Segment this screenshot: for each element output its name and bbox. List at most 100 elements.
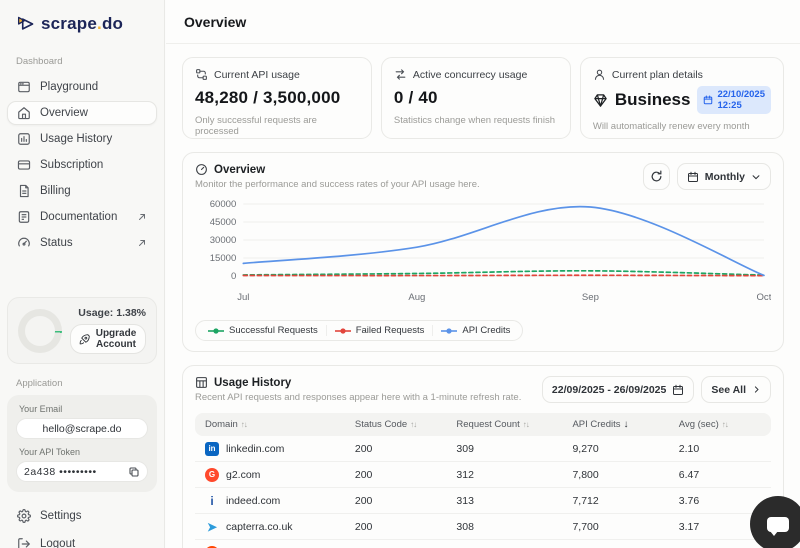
refresh-button[interactable]: [642, 163, 670, 190]
logout-button[interactable]: Logout: [7, 532, 157, 548]
svg-text:Sep: Sep: [582, 292, 599, 303]
svg-text:Aug: Aug: [408, 292, 425, 303]
home-icon: [17, 106, 31, 120]
status-icon: [17, 236, 31, 250]
calendar-icon: [687, 171, 699, 183]
page-title: Overview: [184, 13, 247, 30]
upgrade-account-button[interactable]: Upgrade Account: [70, 324, 146, 354]
legend-marker-icon: [441, 327, 458, 334]
stat-card-2: Active concurrecy usage 0 / 40 Statistics …: [380, 57, 571, 139]
column-header-domain[interactable]: Domain ↑↓: [205, 419, 355, 430]
stat-caption: Statistics change when requests finish: [393, 115, 555, 126]
sort-icon: ↑↓: [721, 420, 729, 429]
sidebar-item-label: Playground: [40, 81, 99, 93]
usage-percent-label: Usage: 1.38%: [78, 307, 146, 319]
sidebar: scrape.do Dashboard Playground Overview Us…: [0, 0, 165, 548]
refresh-icon: [650, 170, 663, 183]
playground-icon: [17, 80, 31, 94]
sidebar-item-billing[interactable]: Billing: [7, 179, 157, 203]
avg-sec-cell: 3.76: [678, 494, 700, 507]
email-field[interactable]: hello@scrape.do: [16, 418, 148, 439]
settings-label: Settings: [40, 510, 82, 522]
legend-item-api-credits[interactable]: API Credits: [432, 325, 518, 336]
stat-label: Current plan details: [611, 68, 703, 81]
chat-widget-button[interactable]: [750, 496, 800, 548]
api-token-field[interactable]: 2a438 •••••••••: [16, 461, 148, 482]
table-body: in linkedin.com 200 309 9,270 2.10 Gg2.com 200 3…: [195, 436, 771, 548]
api-credits-cell: 7,800: [572, 468, 599, 481]
request-count-cell: 312: [456, 468, 474, 481]
table-row[interactable]: ☺reddit.com2005335,3181.77: [195, 540, 771, 548]
table-header-row: Domain ↑↓ Status Code ↑↓ Request Count ↑↓ API …: [195, 413, 771, 436]
stat-value: 0 / 40: [393, 88, 438, 107]
stat-card-3: Current plan details Business 22/10/2025 1…: [579, 57, 784, 139]
sidebar-item-usage-history[interactable]: Usage History: [7, 127, 157, 151]
table-row[interactable]: i indeed.com 200 313 7,712 3.76: [195, 488, 771, 514]
svg-text:60000: 60000: [210, 199, 237, 210]
see-all-button[interactable]: See All: [701, 376, 771, 403]
usage-history-panel: Usage History Recent API requests and re…: [182, 365, 784, 548]
copy-icon: [128, 466, 140, 478]
billing-icon: [17, 184, 31, 198]
period-dropdown[interactable]: Monthly: [676, 163, 771, 190]
api-credits-cell: 7,712: [572, 494, 599, 507]
table-row[interactable]: in linkedin.com 200 309 9,270 2.10: [195, 436, 771, 462]
svg-text:45000: 45000: [210, 217, 237, 228]
legend-item-failed-requests[interactable]: Failed Requests: [325, 325, 433, 336]
request-count-cell: 309: [456, 442, 474, 455]
gem-icon: [593, 93, 608, 108]
logout-label: Logout: [40, 538, 76, 548]
sidebar-item-label: Overview: [40, 107, 88, 119]
sidebar-item-status[interactable]: Status: [7, 231, 157, 255]
date-range-picker[interactable]: 22/09/2025 - 26/09/2025: [541, 376, 695, 403]
site-favicon-icon: i: [210, 493, 214, 508]
calendar-icon: [672, 384, 684, 396]
application-card: Your Email hello@scrape.do Your API Toke…: [7, 395, 157, 492]
request-count-cell: 308: [456, 520, 474, 533]
page-header: Overview: [166, 0, 800, 44]
settings-button[interactable]: Settings: [7, 504, 157, 528]
main-content: Overview Current API usage 48,280 / 3,500…: [166, 0, 800, 548]
status-code-cell: 200: [354, 494, 373, 507]
sidebar-item-subscription[interactable]: Subscription: [7, 153, 157, 177]
column-header-status-code[interactable]: Status Code ↑↓: [355, 419, 457, 430]
sidebar-item-overview[interactable]: Overview: [7, 101, 157, 125]
sidebar-item-label: Subscription: [40, 159, 104, 171]
chevron-down-icon: [751, 172, 761, 182]
email-label: Your Email: [19, 404, 63, 414]
avg-sec-cell: 2.10: [678, 442, 700, 455]
site-favicon-icon: G: [205, 467, 219, 482]
svg-text:Oct: Oct: [757, 292, 771, 303]
domain-cell: indeed.com: [226, 494, 281, 507]
table-row[interactable]: Gg2.com 200 312 7,800 6.47: [195, 462, 771, 488]
table-row[interactable]: ➤ capterra.co.uk 200 308 7,700 3.17: [195, 514, 771, 540]
legend-item-successful-requests[interactable]: Successful Requests: [200, 325, 326, 336]
legend-label: Successful Requests: [229, 325, 318, 336]
api-transfer-icon: [195, 68, 208, 81]
svg-text:30000: 30000: [210, 235, 237, 246]
usage-history-subtitle: Recent API requests and responses appear…: [195, 392, 522, 403]
usage-chart: 60000 45000 30000 15000 0Jul Aug Sep Oct: [210, 199, 771, 303]
brand-logo[interactable]: scrape.do: [0, 14, 164, 34]
copy-token-button[interactable]: [128, 466, 140, 478]
documentation-icon: [17, 210, 31, 224]
chart-panel-title: Overview: [214, 163, 266, 176]
column-label: Avg (sec): [678, 419, 719, 430]
grid-icon: [195, 376, 208, 389]
status-code-cell: 200: [354, 442, 373, 455]
stats-row: Current API usage 48,280 / 3,500,000 Only …: [182, 57, 784, 139]
legend-marker-icon: [334, 327, 351, 334]
column-header-api-credits[interactable]: API Credits ↓: [572, 419, 678, 430]
legend-label: API Credits: [462, 325, 511, 336]
external-link-icon: [137, 212, 147, 222]
column-header-request-count[interactable]: Request Count ↑↓: [456, 419, 572, 430]
column-header-avg-sec-[interactable]: Avg (sec) ↑↓: [679, 419, 761, 430]
sidebar-item-playground[interactable]: Playground: [7, 75, 157, 99]
legend-label: Failed Requests: [355, 325, 425, 336]
sort-desc-icon: ↓: [623, 419, 629, 430]
external-link-icon: [137, 238, 147, 248]
user-icon: [593, 68, 606, 81]
avg-sec-cell: 3.17: [678, 520, 700, 533]
rocket-icon: [79, 333, 90, 345]
sidebar-item-documentation[interactable]: Documentation: [7, 205, 157, 229]
